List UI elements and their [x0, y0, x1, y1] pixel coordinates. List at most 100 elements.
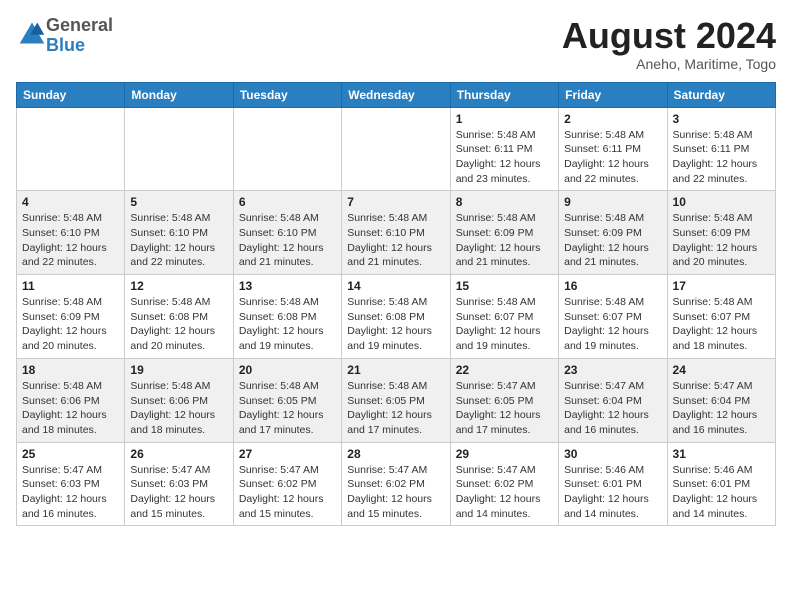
- day-info: Sunrise: 5:46 AM Sunset: 6:01 PM Dayligh…: [564, 463, 661, 522]
- calendar-week-row: 25Sunrise: 5:47 AM Sunset: 6:03 PM Dayli…: [17, 442, 776, 526]
- day-info: Sunrise: 5:48 AM Sunset: 6:11 PM Dayligh…: [673, 128, 770, 187]
- calendar-day-cell: 2 Sunrise: 5:48 AM Sunset: 6:11 PM Daylig…: [559, 107, 667, 191]
- calendar-day-cell: 28 Sunrise: 5:47 AM Sunset: 6:02 PM Dayli…: [342, 442, 450, 526]
- logo-text: General Blue: [46, 16, 113, 56]
- day-number: 28: [347, 447, 444, 461]
- day-number: 15: [456, 279, 553, 293]
- day-info: Sunrise: 5:48 AM Sunset: 6:10 PM Dayligh…: [130, 211, 227, 270]
- day-number: 3: [673, 112, 770, 126]
- day-number: 11: [22, 279, 119, 293]
- day-info: Sunrise: 5:47 AM Sunset: 6:02 PM Dayligh…: [456, 463, 553, 522]
- calendar-day-cell: 5 Sunrise: 5:48 AM Sunset: 6:10 PM Daylig…: [125, 191, 233, 275]
- day-info: Sunrise: 5:46 AM Sunset: 6:01 PM Dayligh…: [673, 463, 770, 522]
- day-number: 2: [564, 112, 661, 126]
- day-header: Sunday: [17, 82, 125, 107]
- calendar-day-cell: 11 Sunrise: 5:48 AM Sunset: 6:09 PM Dayli…: [17, 275, 125, 359]
- calendar-day-cell: 26Sunrise: 5:47 AM Sunset: 6:03 PM Dayli…: [125, 442, 233, 526]
- calendar-header-row: SundayMondayTuesdayWednesdayThursdayFrid…: [17, 82, 776, 107]
- calendar-day-cell: 6 Sunrise: 5:48 AM Sunset: 6:10 PM Daylig…: [233, 191, 341, 275]
- day-number: 4: [22, 195, 119, 209]
- logo: General Blue: [16, 16, 113, 56]
- day-number: 12: [130, 279, 227, 293]
- day-number: 31: [673, 447, 770, 461]
- calendar-day-cell: [125, 107, 233, 191]
- day-info: Sunrise: 5:48 AM Sunset: 6:11 PM Dayligh…: [564, 128, 661, 187]
- day-header: Tuesday: [233, 82, 341, 107]
- day-info: Sunrise: 5:48 AM Sunset: 6:09 PM Dayligh…: [456, 211, 553, 270]
- day-number: 25: [22, 447, 119, 461]
- day-info: Sunrise: 5:48 AM Sunset: 6:09 PM Dayligh…: [673, 211, 770, 270]
- calendar-week-row: 11 Sunrise: 5:48 AM Sunset: 6:09 PM Dayli…: [17, 275, 776, 359]
- calendar-day-cell: 14Sunrise: 5:48 AM Sunset: 6:08 PM Dayli…: [342, 275, 450, 359]
- day-info: Sunrise: 5:48 AM Sunset: 6:06 PM Dayligh…: [130, 379, 227, 438]
- day-header: Monday: [125, 82, 233, 107]
- calendar-week-row: 4 Sunrise: 5:48 AM Sunset: 6:10 PM Daylig…: [17, 191, 776, 275]
- day-number: 19: [130, 363, 227, 377]
- day-info: Sunrise: 5:48 AM Sunset: 6:07 PM Dayligh…: [673, 295, 770, 354]
- day-number: 5: [130, 195, 227, 209]
- calendar-day-cell: 12 Sunrise: 5:48 AM Sunset: 6:08 PM Dayli…: [125, 275, 233, 359]
- day-info: Sunrise: 5:48 AM Sunset: 6:10 PM Dayligh…: [239, 211, 336, 270]
- calendar-day-cell: 22 Sunrise: 5:47 AM Sunset: 6:05 PM Dayli…: [450, 358, 558, 442]
- day-number: 17: [673, 279, 770, 293]
- calendar-day-cell: 8 Sunrise: 5:48 AM Sunset: 6:09 PM Daylig…: [450, 191, 558, 275]
- day-number: 6: [239, 195, 336, 209]
- calendar-day-cell: 18 Sunrise: 5:48 AM Sunset: 6:06 PM Dayli…: [17, 358, 125, 442]
- day-number: 29: [456, 447, 553, 461]
- day-number: 22: [456, 363, 553, 377]
- calendar-day-cell: 30Sunrise: 5:46 AM Sunset: 6:01 PM Dayli…: [559, 442, 667, 526]
- calendar-day-cell: 10Sunrise: 5:48 AM Sunset: 6:09 PM Dayli…: [667, 191, 775, 275]
- logo-general: General: [46, 15, 113, 35]
- calendar-day-cell: 25Sunrise: 5:47 AM Sunset: 6:03 PM Dayli…: [17, 442, 125, 526]
- day-info: Sunrise: 5:48 AM Sunset: 6:09 PM Dayligh…: [22, 295, 119, 354]
- day-number: 9: [564, 195, 661, 209]
- day-header: Friday: [559, 82, 667, 107]
- day-info: Sunrise: 5:48 AM Sunset: 6:08 PM Dayligh…: [130, 295, 227, 354]
- calendar-day-cell: 17 Sunrise: 5:48 AM Sunset: 6:07 PM Dayli…: [667, 275, 775, 359]
- day-info: Sunrise: 5:48 AM Sunset: 6:05 PM Dayligh…: [347, 379, 444, 438]
- day-info: Sunrise: 5:48 AM Sunset: 6:11 PM Dayligh…: [456, 128, 553, 187]
- calendar-day-cell: 29 Sunrise: 5:47 AM Sunset: 6:02 PM Dayli…: [450, 442, 558, 526]
- calendar-week-row: 1 Sunrise: 5:48 AM Sunset: 6:11 PM Daylig…: [17, 107, 776, 191]
- day-info: Sunrise: 5:47 AM Sunset: 6:05 PM Dayligh…: [456, 379, 553, 438]
- day-info: Sunrise: 5:48 AM Sunset: 6:10 PM Dayligh…: [22, 211, 119, 270]
- calendar-day-cell: 21Sunrise: 5:48 AM Sunset: 6:05 PM Dayli…: [342, 358, 450, 442]
- day-info: Sunrise: 5:48 AM Sunset: 6:10 PM Dayligh…: [347, 211, 444, 270]
- day-number: 8: [456, 195, 553, 209]
- day-info: Sunrise: 5:48 AM Sunset: 6:07 PM Dayligh…: [564, 295, 661, 354]
- day-number: 7: [347, 195, 444, 209]
- day-number: 13: [239, 279, 336, 293]
- calendar-table: SundayMondayTuesdayWednesdayThursdayFrid…: [16, 82, 776, 527]
- day-info: Sunrise: 5:47 AM Sunset: 6:02 PM Dayligh…: [239, 463, 336, 522]
- calendar-week-row: 18 Sunrise: 5:48 AM Sunset: 6:06 PM Dayli…: [17, 358, 776, 442]
- calendar-day-cell: 20 Sunrise: 5:48 AM Sunset: 6:05 PM Dayli…: [233, 358, 341, 442]
- calendar-day-cell: 27 Sunrise: 5:47 AM Sunset: 6:02 PM Dayli…: [233, 442, 341, 526]
- calendar-day-cell: 13 Sunrise: 5:48 AM Sunset: 6:08 PM Dayli…: [233, 275, 341, 359]
- day-number: 18: [22, 363, 119, 377]
- calendar-day-cell: 1 Sunrise: 5:48 AM Sunset: 6:11 PM Daylig…: [450, 107, 558, 191]
- logo-blue: Blue: [46, 35, 85, 55]
- calendar-day-cell: 15Sunrise: 5:48 AM Sunset: 6:07 PM Dayli…: [450, 275, 558, 359]
- day-header: Saturday: [667, 82, 775, 107]
- day-number: 23: [564, 363, 661, 377]
- title-block: August 2024 Aneho, Maritime, Togo: [562, 16, 776, 72]
- calendar-subtitle: Aneho, Maritime, Togo: [562, 56, 776, 72]
- calendar-day-cell: [17, 107, 125, 191]
- calendar-day-cell: 24Sunrise: 5:47 AM Sunset: 6:04 PM Dayli…: [667, 358, 775, 442]
- day-info: Sunrise: 5:48 AM Sunset: 6:08 PM Dayligh…: [239, 295, 336, 354]
- day-info: Sunrise: 5:47 AM Sunset: 6:02 PM Dayligh…: [347, 463, 444, 522]
- day-number: 27: [239, 447, 336, 461]
- day-number: 1: [456, 112, 553, 126]
- day-info: Sunrise: 5:48 AM Sunset: 6:05 PM Dayligh…: [239, 379, 336, 438]
- calendar-day-cell: 3 Sunrise: 5:48 AM Sunset: 6:11 PM Daylig…: [667, 107, 775, 191]
- day-number: 20: [239, 363, 336, 377]
- calendar-day-cell: 4 Sunrise: 5:48 AM Sunset: 6:10 PM Daylig…: [17, 191, 125, 275]
- day-info: Sunrise: 5:48 AM Sunset: 6:06 PM Dayligh…: [22, 379, 119, 438]
- calendar-day-cell: [233, 107, 341, 191]
- day-info: Sunrise: 5:47 AM Sunset: 6:04 PM Dayligh…: [564, 379, 661, 438]
- header: General Blue August 2024 Aneho, Maritime…: [16, 16, 776, 72]
- day-header: Wednesday: [342, 82, 450, 107]
- day-info: Sunrise: 5:47 AM Sunset: 6:04 PM Dayligh…: [673, 379, 770, 438]
- day-info: Sunrise: 5:48 AM Sunset: 6:08 PM Dayligh…: [347, 295, 444, 354]
- calendar-day-cell: 19 Sunrise: 5:48 AM Sunset: 6:06 PM Dayli…: [125, 358, 233, 442]
